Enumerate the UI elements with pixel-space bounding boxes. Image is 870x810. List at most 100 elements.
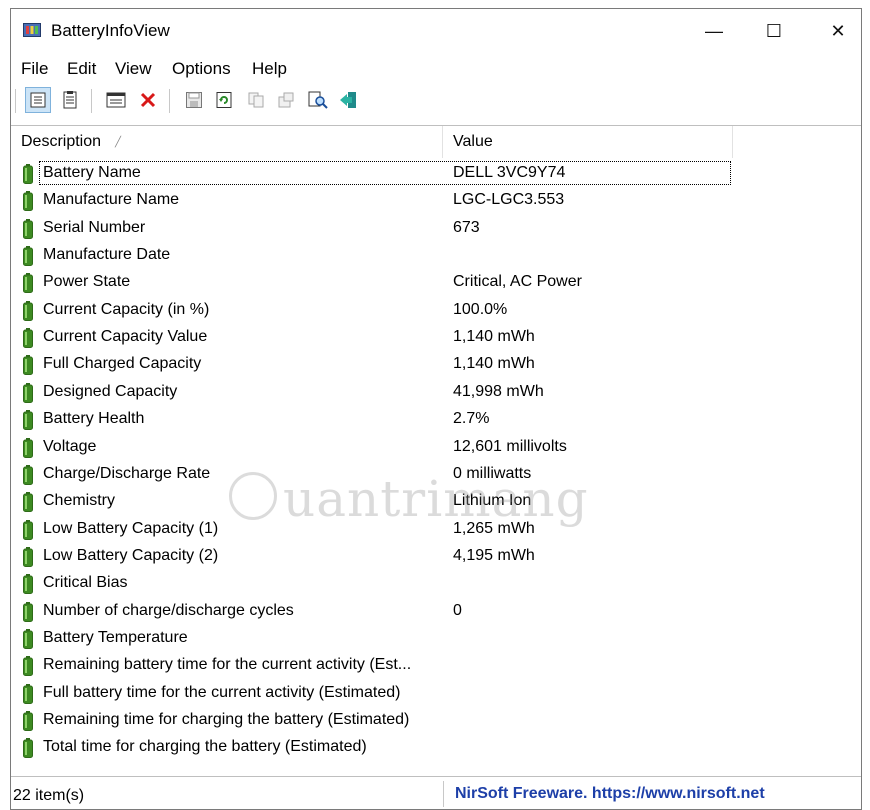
table-row[interactable]: Low Battery Capacity (2) 4,195 mWh bbox=[11, 544, 861, 571]
maximize-button[interactable]: ☐ bbox=[743, 9, 805, 53]
battery-icon bbox=[23, 711, 33, 731]
table-row[interactable]: Battery Health 2.7% bbox=[11, 407, 861, 434]
status-separator bbox=[443, 781, 444, 807]
table-row[interactable]: Total time for charging the battery (Est… bbox=[11, 735, 861, 762]
title-bar[interactable]: BatteryInfoView — ☐ ✕ bbox=[11, 9, 861, 53]
menu-bar: File Edit View Options Help bbox=[11, 55, 861, 81]
row-description: Voltage bbox=[43, 437, 97, 455]
battery-icon bbox=[23, 191, 33, 212]
item-count: 22 item(s) bbox=[13, 787, 85, 804]
table-row[interactable]: Manufacture Date bbox=[11, 243, 861, 270]
menu-file[interactable]: File bbox=[21, 59, 48, 79]
row-description: Full battery time for the current activi… bbox=[43, 683, 401, 701]
refresh-icon bbox=[216, 92, 232, 108]
battery-icon bbox=[23, 738, 33, 759]
delete-button[interactable] bbox=[135, 87, 161, 113]
battery-icon bbox=[23, 246, 33, 267]
row-value: 41,998 mWh bbox=[453, 382, 544, 400]
sort-indicator-icon: ╱ bbox=[115, 136, 122, 148]
battery-icon bbox=[23, 656, 33, 677]
row-value: 0 milliwatts bbox=[453, 464, 532, 482]
row-value: 12,601 millivolts bbox=[453, 437, 567, 455]
row-description: Battery Name bbox=[43, 164, 141, 181]
menu-edit[interactable]: Edit bbox=[67, 59, 96, 79]
table-row[interactable]: Charge/Discharge Rate 0 milliwatts bbox=[11, 462, 861, 489]
table-row[interactable]: Battery Temperature bbox=[11, 626, 861, 653]
options-button[interactable] bbox=[273, 87, 299, 113]
table-row[interactable]: Number of charge/discharge cycles 0 bbox=[11, 599, 861, 626]
row-value: 0 bbox=[453, 601, 462, 619]
table-row[interactable]: Designed Capacity 41,998 mWh bbox=[11, 380, 861, 407]
table-row[interactable]: Chemistry Lithium Ion bbox=[11, 489, 861, 516]
row-description: Serial Number bbox=[43, 218, 146, 236]
battery-icon bbox=[23, 546, 33, 567]
close-button[interactable]: ✕ bbox=[807, 9, 869, 53]
table-row[interactable]: Current Capacity Value 1,140 mWh bbox=[11, 325, 861, 352]
html-report-selected-button[interactable] bbox=[25, 87, 51, 113]
battery-icon bbox=[23, 410, 33, 431]
window-title: BatteryInfoView bbox=[51, 21, 170, 40]
table-row[interactable]: Full Charged Capacity 1,140 mWh bbox=[11, 352, 861, 379]
table-row[interactable]: Serial Number 673 bbox=[11, 216, 861, 243]
row-value: Critical, AC Power bbox=[453, 273, 582, 291]
find-icon bbox=[308, 91, 328, 109]
menu-view[interactable]: View bbox=[115, 59, 152, 79]
battery-info-list[interactable]: Description ╱ Value Battery Name DELL 3VC… bbox=[11, 125, 861, 777]
table-row[interactable]: Manufacture Name LGC-LGC3.553 bbox=[11, 188, 861, 215]
row-description: Current Capacity (in %) bbox=[43, 300, 210, 318]
column-header-description-label: Description bbox=[21, 133, 102, 150]
menu-help[interactable]: Help bbox=[252, 59, 287, 79]
copy-button[interactable] bbox=[243, 87, 269, 113]
save-button[interactable] bbox=[181, 87, 207, 113]
toolbar-separator bbox=[15, 89, 17, 113]
row-description: Battery Temperature bbox=[43, 628, 188, 646]
minimize-button[interactable]: — bbox=[683, 9, 745, 53]
row-value: 100.0% bbox=[453, 300, 508, 318]
battery-icon bbox=[23, 273, 33, 294]
row-description: Total time for charging the battery (Est… bbox=[43, 738, 367, 756]
battery-icon bbox=[23, 492, 33, 513]
nirsoft-link[interactable]: NirSoft Freeware. https://www.nirsoft.ne… bbox=[455, 785, 765, 803]
table-row[interactable]: Critical Bias bbox=[11, 571, 861, 598]
html-report-all-button[interactable] bbox=[57, 87, 83, 113]
exit-icon bbox=[340, 92, 356, 108]
toolbar bbox=[11, 83, 861, 119]
battery-icon bbox=[23, 683, 33, 704]
table-row[interactable]: Remaining battery time for the current a… bbox=[11, 653, 861, 680]
table-row[interactable]: Remaining time for charging the battery … bbox=[11, 708, 861, 735]
row-description: Battery Health bbox=[43, 410, 145, 428]
properties-button[interactable] bbox=[103, 87, 129, 113]
battery-icon bbox=[23, 164, 33, 184]
menu-options[interactable]: Options bbox=[172, 59, 231, 79]
table-row[interactable]: Voltage 12,601 millivolts bbox=[11, 435, 861, 462]
table-row[interactable]: Full battery time for the current activi… bbox=[11, 681, 861, 708]
properties-icon bbox=[106, 92, 126, 108]
row-description: Designed Capacity bbox=[43, 382, 178, 400]
row-description: Low Battery Capacity (1) bbox=[43, 519, 219, 537]
column-header-value[interactable]: Value bbox=[443, 126, 733, 158]
battery-icon bbox=[23, 519, 33, 540]
row-value: 1,140 mWh bbox=[453, 328, 535, 346]
column-header-value-label: Value bbox=[453, 133, 493, 150]
toolbar-separator bbox=[169, 89, 171, 113]
close-icon: ✕ bbox=[830, 20, 846, 41]
row-value: LGC-LGC3.553 bbox=[453, 191, 565, 209]
table-row[interactable]: Current Capacity (in %) 100.0% bbox=[11, 298, 861, 325]
battery-icon bbox=[23, 355, 33, 376]
row-description: Remaining time for charging the battery … bbox=[43, 711, 410, 728]
options-icon bbox=[278, 92, 294, 108]
row-description: Power State bbox=[43, 273, 131, 291]
row-description: Charge/Discharge Rate bbox=[43, 464, 211, 482]
row-value: 2.7% bbox=[453, 410, 490, 428]
refresh-button[interactable] bbox=[211, 87, 237, 113]
row-value: 1,265 mWh bbox=[453, 519, 535, 537]
row-description: Chemistry bbox=[43, 492, 116, 510]
exit-button[interactable] bbox=[335, 87, 361, 113]
table-row[interactable]: Battery Name DELL 3VC9Y74 bbox=[11, 161, 861, 188]
row-description: Full Charged Capacity bbox=[43, 355, 202, 373]
find-button[interactable] bbox=[305, 87, 331, 113]
row-description: Critical Bias bbox=[43, 574, 128, 592]
table-row[interactable]: Low Battery Capacity (1) 1,265 mWh bbox=[11, 517, 861, 544]
column-header-description[interactable]: Description ╱ bbox=[11, 126, 443, 158]
table-row[interactable]: Power State Critical, AC Power bbox=[11, 270, 861, 297]
